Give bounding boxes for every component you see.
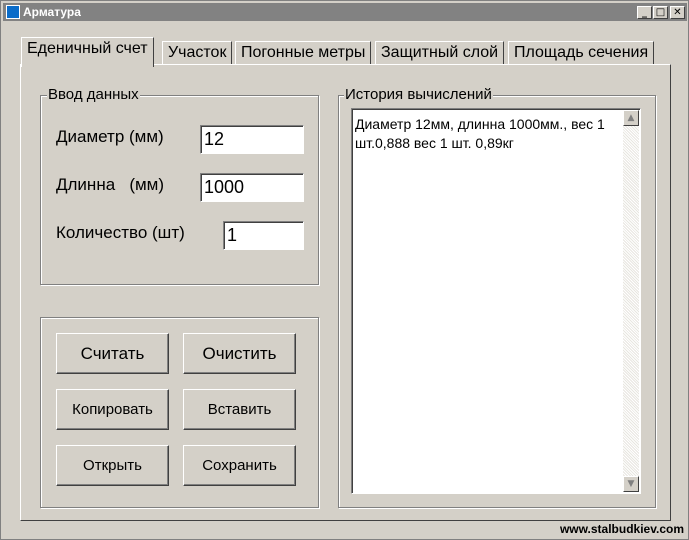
diameter-label: Диаметр (мм) <box>56 127 164 146</box>
diameter-input[interactable]: 12 <box>200 125 304 154</box>
minimize-button[interactable]: _ <box>637 6 652 19</box>
scroll-up-icon[interactable]: ▲ <box>623 110 639 126</box>
history-text: Диаметр 12мм, длинна 1000мм., вес 1 шт.0… <box>355 116 605 151</box>
paste-button[interactable]: Вставить <box>183 389 296 430</box>
open-button[interactable]: Открыть <box>56 445 169 486</box>
clear-button[interactable]: Очистить <box>183 333 296 374</box>
window-title: Арматура <box>23 5 81 19</box>
tab-single-calc[interactable]: Еденичный счет <box>21 37 154 67</box>
app-icon <box>6 5 20 19</box>
scroll-down-icon[interactable]: ▼ <box>623 476 639 492</box>
tab-linear-meters[interactable]: Погонные метры <box>235 41 372 65</box>
title-bar[interactable]: Арматура _ □ ✕ <box>3 3 687 21</box>
calculate-button[interactable]: Считать <box>56 333 169 374</box>
watermark: www.stalbudkiev.com <box>559 522 684 536</box>
maximize-button[interactable]: □ <box>653 6 668 19</box>
history-textarea[interactable]: Диаметр 12мм, длинна 1000мм., вес 1 шт.0… <box>351 108 641 494</box>
save-button[interactable]: Сохранить <box>183 445 296 486</box>
quantity-label: Количество (шт) <box>56 223 185 242</box>
tab-section[interactable]: Участок <box>162 41 233 65</box>
close-button[interactable]: ✕ <box>670 6 685 19</box>
copy-button[interactable]: Копировать <box>56 389 169 430</box>
length-label: Длинна (мм) <box>56 175 165 194</box>
tab-cover-layer[interactable]: Защитный слой <box>375 41 505 65</box>
input-group-legend: Ввод данных <box>47 86 140 103</box>
tab-section-area[interactable]: Площадь сечения <box>508 41 655 65</box>
history-scrollbar[interactable]: ▲ ▼ <box>623 110 639 492</box>
length-input[interactable]: 1000 <box>200 173 304 202</box>
history-group-legend: История вычислений <box>344 86 493 103</box>
app-window: Арматура _ □ ✕ Еденичный счет Участок По… <box>0 0 689 540</box>
quantity-input[interactable]: 1 <box>223 221 304 250</box>
